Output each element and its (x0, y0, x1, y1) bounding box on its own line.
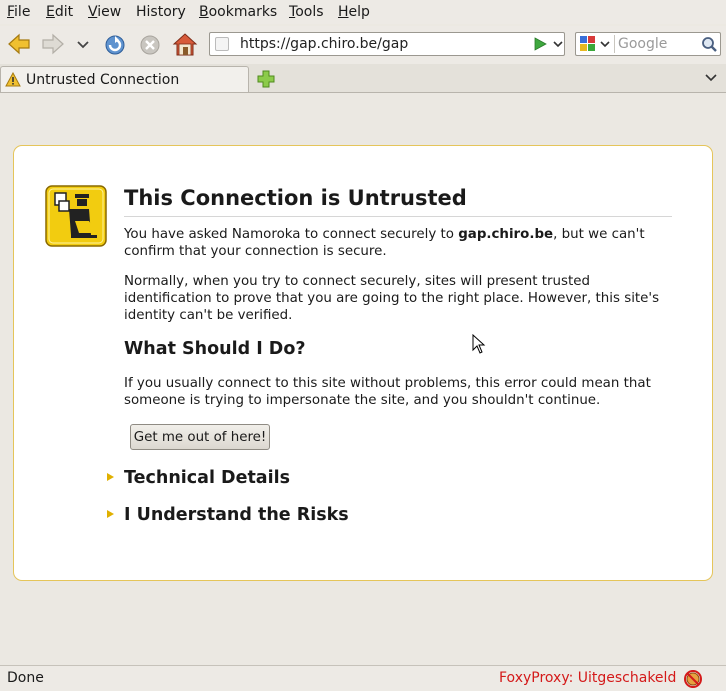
stop-button[interactable] (136, 30, 164, 58)
understand-risks-label: I Understand the Risks (124, 505, 349, 525)
menu-view[interactable]: View (88, 4, 121, 20)
menu-tools[interactable]: Tools (289, 4, 324, 20)
tab-bar: Untrusted Connection (0, 64, 726, 93)
mouse-pointer-icon (472, 334, 486, 354)
go-arrow-icon (534, 37, 547, 51)
technical-details-label: Technical Details (124, 468, 291, 488)
page-title: This Connection is Untrusted (124, 186, 672, 217)
chevron-down-icon (553, 41, 563, 48)
status-bar: Done FoxyProxy: Uitgeschakeld (0, 665, 726, 691)
menu-bookmarks[interactable]: Bookmarks (199, 4, 277, 20)
host-name: gap.chiro.be (458, 227, 554, 242)
tab-list-button[interactable] (704, 72, 718, 88)
site-favicon-icon (215, 37, 229, 51)
reload-icon (105, 35, 125, 55)
forward-button[interactable] (39, 30, 67, 58)
expand-triangle-icon (107, 510, 114, 518)
menu-bar: File Edit View History Bookmarks Tools H… (0, 0, 726, 24)
foxyproxy-disabled-icon[interactable] (684, 670, 702, 688)
menu-help[interactable]: Help (338, 4, 370, 20)
explanation-paragraph: Normally, when you try to connect secure… (124, 274, 660, 323)
history-dropdown-icon (77, 41, 89, 49)
understand-risks-expander[interactable]: I Understand the Risks (107, 505, 707, 529)
menu-history[interactable]: History (136, 4, 186, 20)
new-tab-button[interactable] (257, 70, 275, 92)
tab-untrusted-connection[interactable]: Untrusted Connection (0, 66, 249, 92)
history-dropdown-button[interactable] (74, 30, 92, 58)
tab-label: Untrusted Connection (26, 72, 180, 88)
menu-file[interactable]: File (7, 4, 30, 20)
foxyproxy-status[interactable]: FoxyProxy: Uitgeschakeld (499, 670, 676, 686)
search-button[interactable] (700, 35, 718, 57)
reload-button[interactable] (101, 30, 129, 58)
page-content: This Connection is Untrusted You have as… (0, 93, 726, 665)
error-box: This Connection is Untrusted You have as… (13, 145, 713, 581)
advice-paragraph: If you usually connect to this site with… (124, 376, 651, 408)
search-placeholder[interactable]: Google (618, 36, 667, 52)
google-engine-icon (580, 36, 610, 51)
get-me-out-button[interactable]: Get me out of here! (130, 424, 270, 450)
warning-icon (5, 72, 21, 87)
chevron-down-icon (705, 74, 717, 82)
url-bar[interactable]: https://gap.chiro.be/gap (209, 32, 565, 56)
home-icon (172, 33, 198, 56)
stop-icon (140, 35, 160, 55)
home-button[interactable] (171, 30, 199, 58)
search-magnifier-icon (702, 37, 717, 52)
intro-paragraph: You have asked Namoroka to connect secur… (124, 227, 645, 259)
expand-triangle-icon (107, 473, 114, 481)
certificate-officer-icon (45, 185, 107, 247)
url-text[interactable]: https://gap.chiro.be/gap (240, 36, 408, 52)
technical-details-expander[interactable]: Technical Details (107, 468, 707, 492)
forward-arrow-icon (42, 33, 64, 55)
what-should-i-do-heading: What Should I Do? (124, 339, 306, 359)
search-engine-selector[interactable] (578, 35, 615, 53)
navigation-toolbar: https://gap.chiro.be/gap Google (0, 26, 726, 64)
go-button[interactable] (532, 36, 548, 56)
back-button[interactable] (5, 30, 33, 58)
search-box[interactable]: Google (575, 32, 721, 56)
plus-icon (257, 70, 275, 88)
back-arrow-icon (8, 33, 30, 55)
url-dropdown-button[interactable] (552, 37, 564, 55)
status-text: Done (7, 670, 44, 686)
menu-edit[interactable]: Edit (46, 4, 73, 20)
